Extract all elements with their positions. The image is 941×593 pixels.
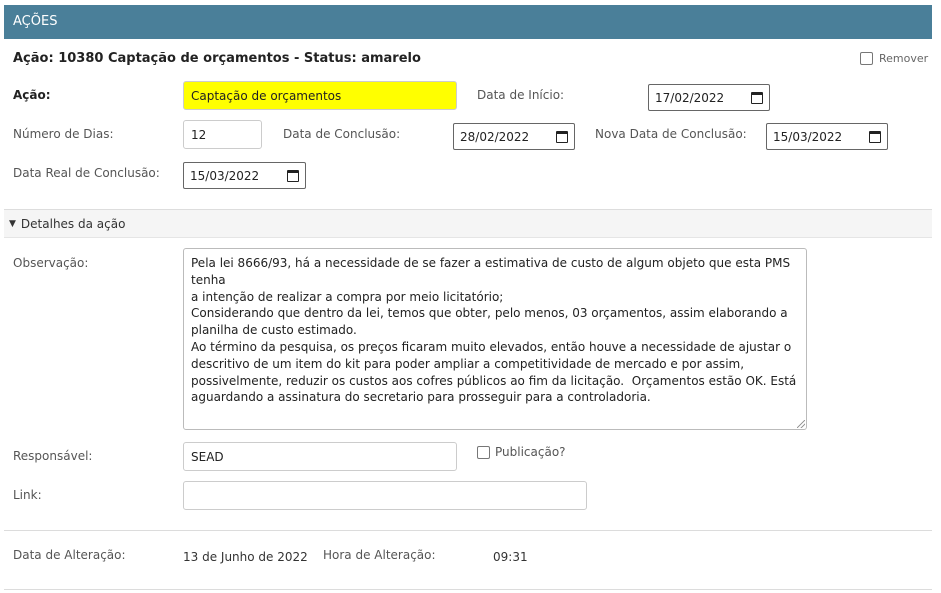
publicacao-checkbox[interactable] xyxy=(477,445,490,459)
divider xyxy=(4,530,932,531)
link-label: Link: xyxy=(13,488,42,502)
details-toggle[interactable]: ▼ Detalhes da ação xyxy=(4,209,932,238)
calendar-icon[interactable] xyxy=(556,130,568,143)
calendar-icon[interactable] xyxy=(869,130,881,143)
responsavel-label: Responsável: xyxy=(13,449,93,463)
numero-dias-label: Número de Dias: xyxy=(13,127,114,141)
data-conclusao-input[interactable]: 28/02/2022 xyxy=(453,123,575,150)
data-conclusao-label: Data de Conclusão: xyxy=(283,127,401,141)
responsavel-input[interactable]: SEAD xyxy=(183,442,457,471)
data-real-label: Data Real de Conclusão: xyxy=(13,166,160,180)
resize-handle-icon[interactable] xyxy=(797,420,805,428)
data-conclusao-value: 28/02/2022 xyxy=(460,129,530,144)
hora-alteracao-value: 09:31 xyxy=(493,550,528,564)
section-header: AÇÕES xyxy=(4,5,932,39)
nova-data-value: 15/03/2022 xyxy=(773,129,843,144)
calendar-icon[interactable] xyxy=(287,169,299,182)
data-real-value: 15/03/2022 xyxy=(190,168,260,183)
acao-label: Ação: xyxy=(13,88,51,102)
observacao-line: Considerando que dentro da lei, temos qu… xyxy=(191,306,788,321)
publicacao-toggle[interactable]: Publicação? xyxy=(477,445,566,459)
data-alteracao-value: 13 de Junho de 2022 xyxy=(183,550,308,564)
data-alteracao-label: Data de Alteração: xyxy=(13,548,126,562)
remove-toggle[interactable]: Remover xyxy=(860,52,928,65)
calendar-icon[interactable] xyxy=(751,91,763,104)
divider xyxy=(4,589,932,590)
nova-data-input[interactable]: 15/03/2022 xyxy=(766,123,888,150)
observacao-textarea[interactable]: Pela lei 8666/93, há a necessidade de se… xyxy=(183,248,807,430)
data-inicio-value: 17/02/2022 xyxy=(655,90,725,105)
data-inicio-label: Data de Início: xyxy=(477,88,565,102)
details-toggle-label: Detalhes da ação xyxy=(20,216,126,231)
link-input[interactable] xyxy=(183,481,587,510)
hora-alteracao-label: Hora de Alteração: xyxy=(323,548,436,562)
observacao-line: a intenção de realizar a compra por meio… xyxy=(191,289,504,304)
remove-checkbox[interactable] xyxy=(860,52,873,65)
observacao-label: Observação: xyxy=(13,256,89,270)
observacao-line: Ao término da pesquisa, os preços ficara… xyxy=(191,339,792,354)
remove-label: Remover xyxy=(879,52,929,65)
triangle-down-icon: ▼ xyxy=(9,218,16,229)
numero-dias-input[interactable]: 12 xyxy=(183,120,262,149)
observacao-line: descritivo de um item do kit para poder … xyxy=(191,356,745,371)
publicacao-label: Publicação? xyxy=(495,445,566,459)
nova-data-label: Nova Data de Conclusão: xyxy=(595,127,747,141)
observacao-line: Pela lei 8666/93, há a necessidade de se… xyxy=(191,256,794,287)
observacao-line: possivelmente, reduzir os custos aos cof… xyxy=(191,373,797,388)
observacao-line: planilha de custo estimado. xyxy=(191,323,357,338)
acao-input[interactable]: Captação de orçamentos xyxy=(183,81,457,110)
data-real-input[interactable]: 15/03/2022 xyxy=(183,162,306,189)
data-inicio-input[interactable]: 17/02/2022 xyxy=(648,84,770,111)
action-title: Ação: 10380 Captação de orçamentos - Sta… xyxy=(13,51,421,66)
observacao-line: aguardando a assinatura do secretario pa… xyxy=(191,390,651,405)
